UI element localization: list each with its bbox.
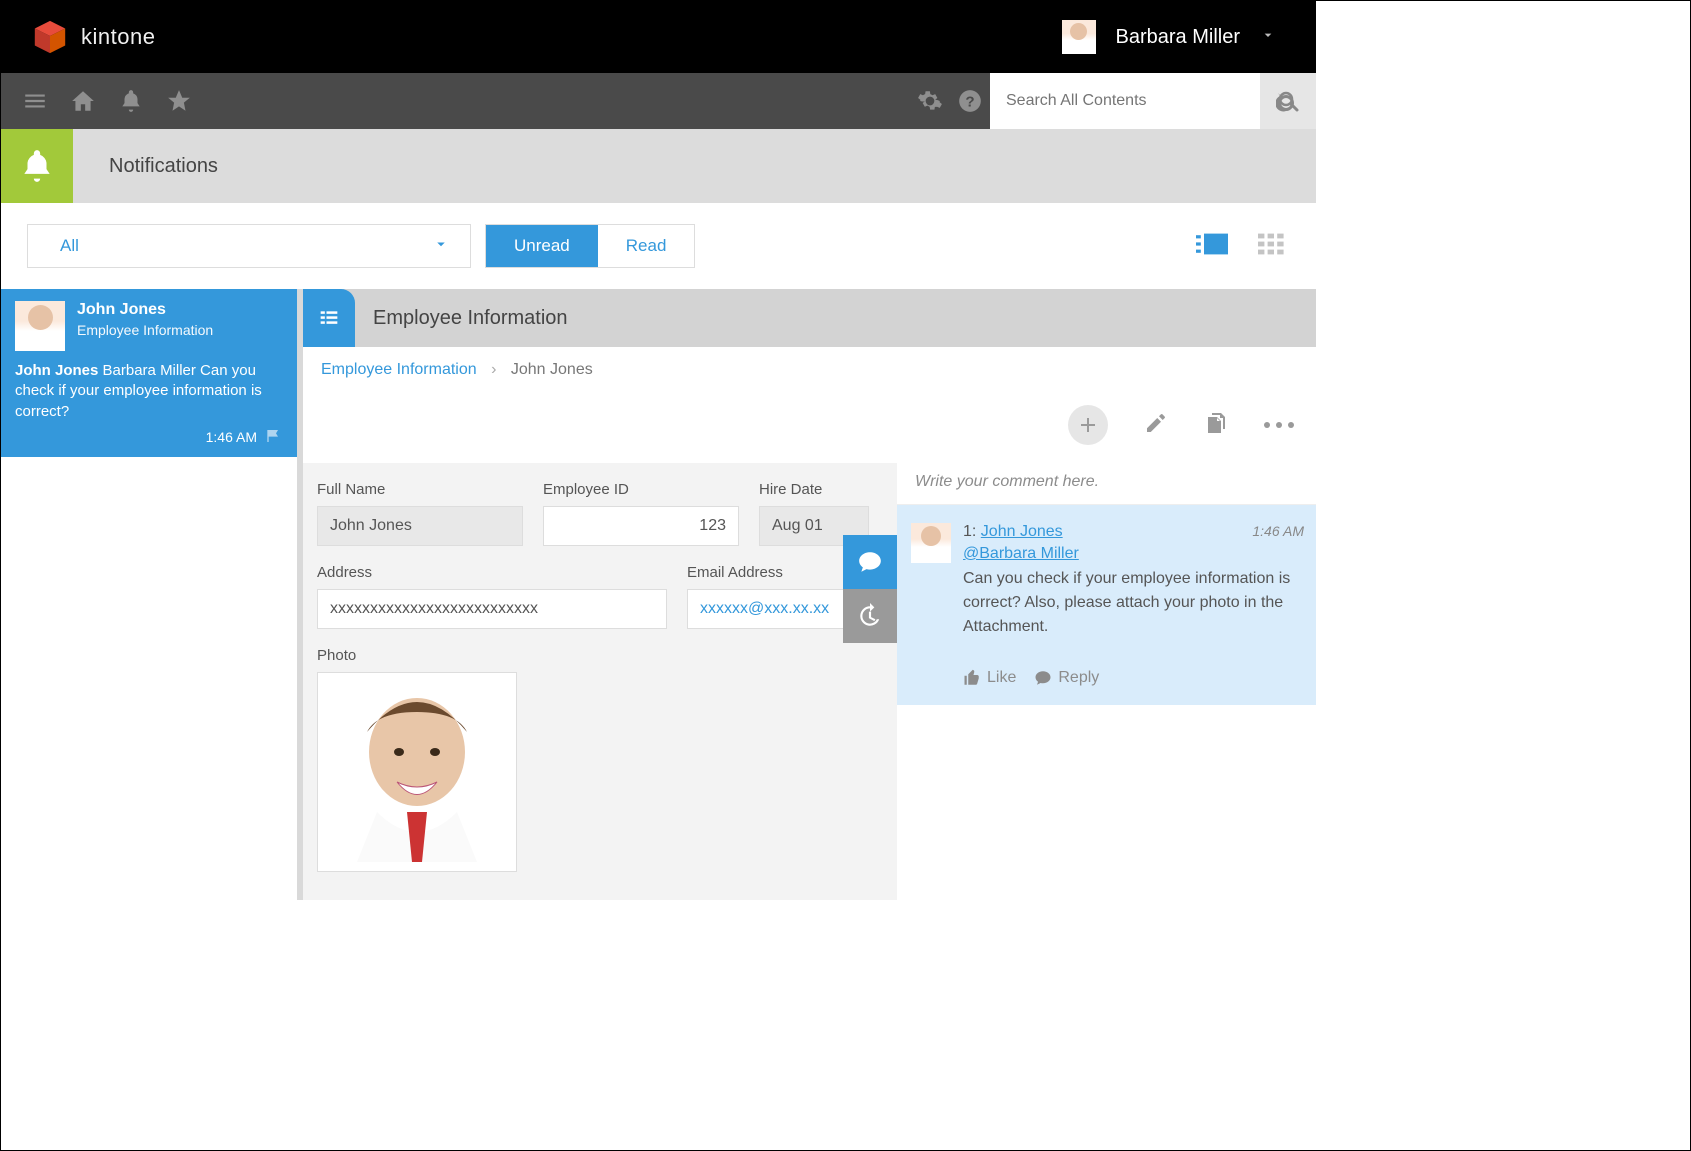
field-value-address: xxxxxxxxxxxxxxxxxxxxxxxxxx [317, 589, 667, 629]
detail-title: Employee Information [373, 307, 568, 330]
notification-item[interactable]: John Jones Employee Information John Jon… [1, 289, 297, 457]
record-actions [303, 393, 1316, 463]
field-label-full-name: Full Name [317, 481, 523, 498]
toolbar: ? [1, 73, 1316, 129]
field-label-hire-date: Hire Date [759, 481, 869, 498]
field-label-photo: Photo [317, 647, 517, 664]
comment-input[interactable]: Write your comment here. [897, 463, 1316, 505]
avatar [911, 523, 951, 563]
field-value-photo [317, 672, 517, 872]
reply-button[interactable]: Reply [1034, 669, 1099, 687]
comment-time: 1:46 AM [1252, 523, 1304, 541]
comment-icon [857, 549, 883, 575]
avatar [15, 301, 65, 351]
view-grid-icon[interactable] [1258, 231, 1290, 262]
edit-button[interactable] [1144, 411, 1168, 440]
avatar [1062, 20, 1096, 54]
breadcrumb-separator: › [491, 361, 496, 378]
notification-time: 1:46 AM [206, 429, 257, 445]
brand-name: kintone [81, 24, 155, 50]
breadcrumb: Employee Information › John Jones [303, 347, 1316, 393]
breadcrumb-record: John Jones [511, 361, 593, 378]
filter-dropdown[interactable]: All [27, 224, 471, 268]
search-input[interactable] [990, 73, 1260, 129]
content-area: John Jones Employee Information John Jon… [1, 289, 1316, 900]
search-button[interactable] [1260, 73, 1316, 129]
notification-from: John Jones [77, 301, 213, 319]
star-icon[interactable] [159, 81, 199, 121]
detail-header: Employee Information [303, 289, 1316, 347]
comment-item: 1: John Jones 1:46 AM @Barbara Miller Ca… [897, 505, 1316, 705]
user-menu[interactable]: Barbara Miller [1062, 20, 1276, 54]
tab-read[interactable]: Read [598, 225, 695, 267]
svg-text:?: ? [965, 93, 974, 110]
notifications-icon [1, 129, 73, 203]
add-button[interactable] [1068, 405, 1108, 445]
bell-icon[interactable] [111, 81, 151, 121]
duplicate-button[interactable] [1204, 411, 1228, 440]
filter-row: All Unread Read [1, 203, 1316, 289]
menu-icon[interactable] [15, 81, 55, 121]
top-header: kintone Barbara Miller [1, 1, 1316, 73]
history-tab[interactable] [843, 589, 897, 643]
page-title: Notifications [109, 155, 218, 178]
comment-text: Can you check if your employee informati… [963, 567, 1304, 639]
page-header: Notifications [1, 129, 1316, 203]
field-value-full-name: John Jones [317, 506, 523, 546]
comments-panel: Write your comment here. 1: John Jones [897, 463, 1316, 900]
search-box [990, 73, 1316, 129]
gear-icon[interactable] [910, 81, 950, 121]
chevron-down-icon [1260, 27, 1276, 48]
logo-icon [31, 18, 69, 56]
chevron-down-icon [432, 235, 450, 258]
user-name: Barbara Miller [1116, 26, 1240, 49]
search-icon [1276, 89, 1300, 113]
record-form: Full Name John Jones Employee ID 123 Hir… [303, 463, 897, 900]
brand[interactable]: kintone [31, 18, 155, 56]
breadcrumb-app[interactable]: Employee Information [321, 361, 477, 378]
detail-panel: Employee Information Employee Informatio… [303, 289, 1316, 900]
app-icon [303, 289, 355, 347]
comment-author[interactable]: John Jones [981, 523, 1063, 540]
field-value-employee-id: 123 [543, 506, 739, 546]
filter-dropdown-label: All [60, 236, 79, 256]
field-label-address: Address [317, 564, 667, 581]
tab-unread[interactable]: Unread [486, 225, 598, 267]
notification-body: John Jones Barbara Miller Can you check … [15, 361, 283, 422]
notification-app: Employee Information [77, 322, 213, 338]
read-toggle: Unread Read [485, 224, 695, 268]
comment-index: 1: John Jones [963, 523, 1063, 541]
history-icon [857, 603, 883, 629]
home-icon[interactable] [63, 81, 103, 121]
notifications-list: John Jones Employee Information John Jon… [1, 289, 297, 900]
side-tabs [843, 535, 897, 643]
flag-icon[interactable] [265, 428, 283, 447]
like-button[interactable]: Like [963, 669, 1016, 687]
help-icon[interactable]: ? [950, 81, 990, 121]
field-label-employee-id: Employee ID [543, 481, 739, 498]
comments-tab[interactable] [843, 535, 897, 589]
comment-mention[interactable]: @Barbara Miller [963, 545, 1304, 563]
more-button[interactable] [1264, 422, 1294, 428]
view-list-icon[interactable] [1196, 231, 1228, 262]
